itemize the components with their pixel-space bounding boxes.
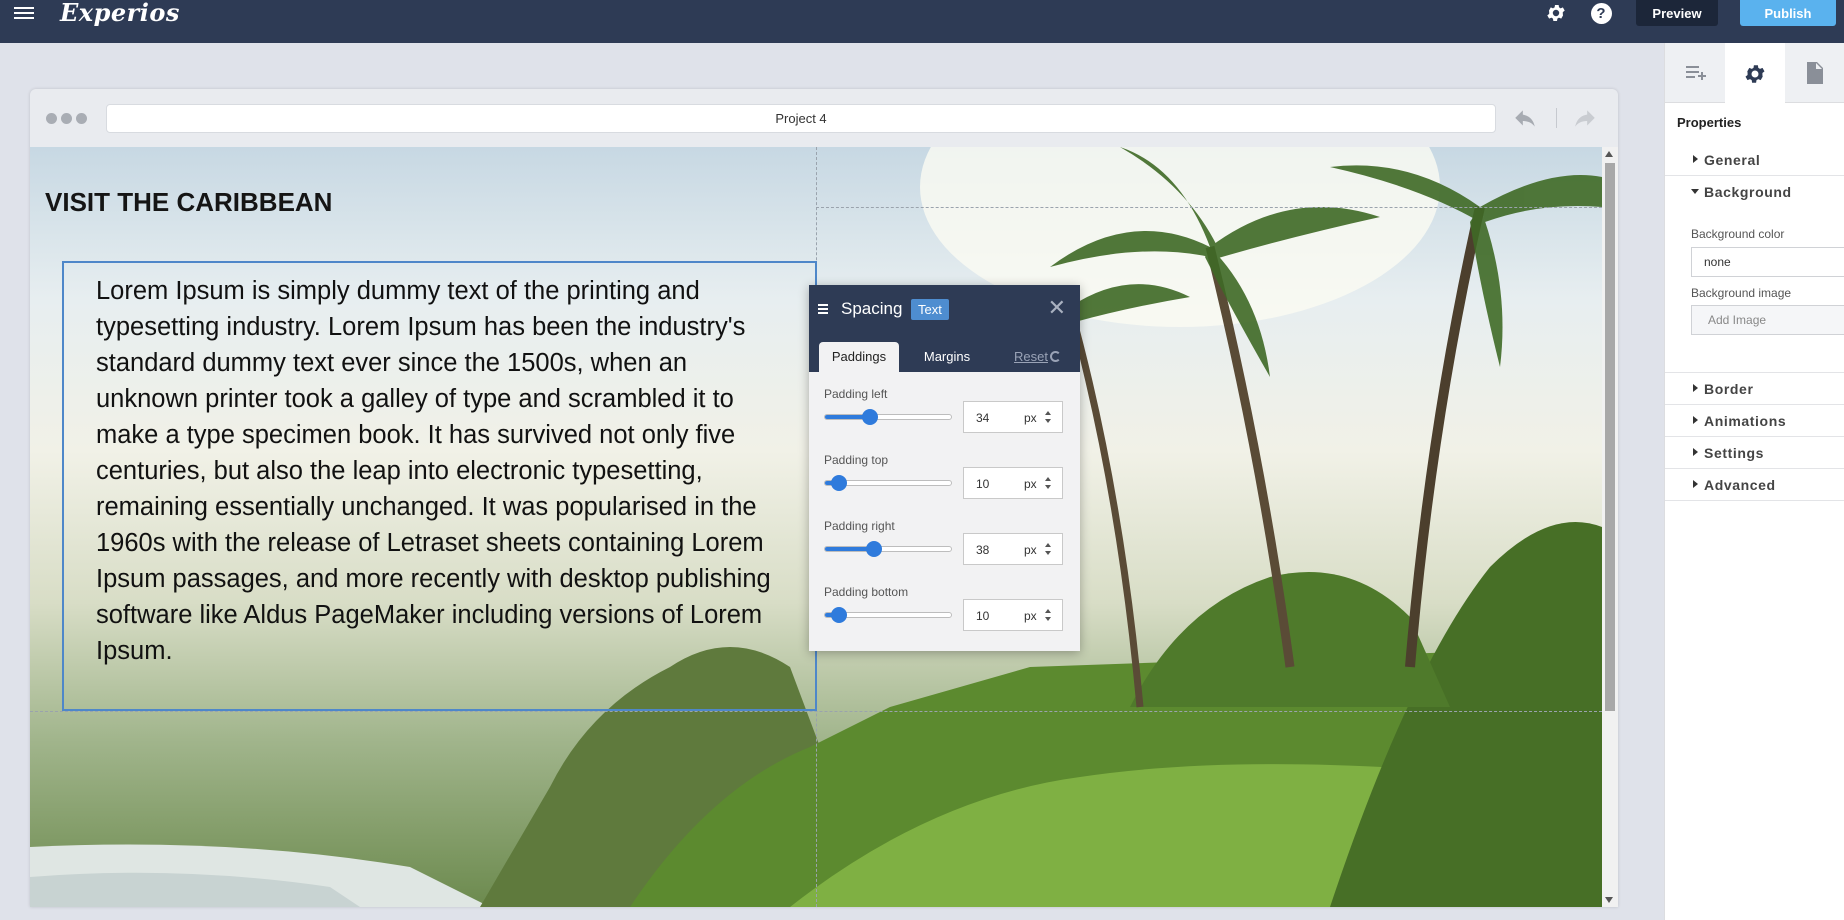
spacing-popup: Spacing Text ✕ Paddings Margins Reset Pa… <box>809 285 1080 651</box>
padding-right-input[interactable]: 38 px <box>963 533 1063 565</box>
undo-icon[interactable] <box>1512 106 1538 132</box>
hamburger-menu-icon[interactable] <box>14 4 34 22</box>
padding-right-slider[interactable] <box>824 541 952 557</box>
page-heading[interactable]: VISIT THE CARIBBEAN <box>45 187 332 218</box>
field-label: Padding bottom <box>824 585 909 599</box>
publish-button[interactable]: Publish <box>1740 0 1836 26</box>
unit-label: px <box>1024 609 1037 623</box>
section-advanced[interactable]: Advanced <box>1665 469 1844 501</box>
input-value: 38 <box>976 543 990 557</box>
padding-bottom-field: Padding bottom 10 px <box>824 585 1067 645</box>
add-image-input[interactable]: Add Image <box>1691 305 1844 335</box>
add-element-icon[interactable] <box>1665 43 1725 103</box>
scroll-down-arrow-icon[interactable] <box>1605 897 1613 903</box>
redo-icon[interactable] <box>1572 106 1598 132</box>
caret-right-icon <box>1693 384 1698 392</box>
caret-right-icon <box>1693 480 1698 488</box>
nav-separator <box>1556 108 1557 128</box>
section-background[interactable]: Background <box>1665 176 1844 208</box>
preview-button[interactable]: Preview <box>1636 0 1718 26</box>
help-icon[interactable]: ? <box>1588 0 1614 26</box>
slider-thumb[interactable] <box>862 409 879 425</box>
properties-sidebar: Properties General Background Background… <box>1664 43 1844 920</box>
background-color-input[interactable]: none <box>1691 247 1844 277</box>
unit-label: px <box>1024 411 1037 425</box>
stepper-arrows-icon[interactable] <box>1045 411 1053 425</box>
project-title-bar[interactable]: Project 4 <box>106 104 1496 133</box>
section-border[interactable]: Border <box>1665 373 1844 405</box>
field-label: Padding right <box>824 519 895 533</box>
scrollbar-thumb[interactable] <box>1605 163 1615 711</box>
window-dots <box>46 113 87 124</box>
popup-header: Spacing Text ✕ Paddings Margins Reset <box>809 285 1080 372</box>
section-label: Advanced <box>1704 477 1776 493</box>
input-value: 10 <box>976 609 990 623</box>
gear-icon[interactable] <box>1725 43 1785 104</box>
input-value: 10 <box>976 477 990 491</box>
section-label: General <box>1704 152 1761 168</box>
section-label: Settings <box>1704 445 1765 461</box>
top-bar: Experios ? Preview Publish <box>0 0 1844 43</box>
padding-right-field: Padding right 38 px <box>824 519 1067 579</box>
refresh-icon[interactable] <box>1050 351 1061 362</box>
field-label: Padding left <box>824 387 888 401</box>
canvas-scrollbar[interactable] <box>1602 147 1618 907</box>
page-icon[interactable] <box>1785 43 1844 103</box>
stepper-arrows-icon[interactable] <box>1045 477 1053 491</box>
layout-guide <box>816 207 1602 208</box>
popup-title: Spacing <box>841 299 903 318</box>
tab-paddings[interactable]: Paddings <box>819 342 899 372</box>
settings-gear-icon[interactable] <box>1543 0 1569 26</box>
section-settings[interactable]: Settings <box>1665 437 1844 469</box>
section-label: Border <box>1704 381 1754 397</box>
padding-left-input[interactable]: 34 px <box>963 401 1063 433</box>
section-label: Animations <box>1704 413 1787 429</box>
app-logo: Experios <box>60 0 180 27</box>
unit-label: px <box>1024 543 1037 557</box>
reset-link[interactable]: Reset <box>1014 342 1048 372</box>
section-general[interactable]: General <box>1665 144 1844 176</box>
padding-bottom-slider[interactable] <box>824 607 952 623</box>
input-value: 34 <box>976 411 990 425</box>
tab-margins[interactable]: Margins <box>912 342 982 372</box>
padding-top-input[interactable]: 10 px <box>963 467 1063 499</box>
caret-down-icon <box>1691 189 1699 194</box>
stepper-arrows-icon[interactable] <box>1045 609 1053 623</box>
caret-right-icon <box>1693 448 1698 456</box>
caret-right-icon <box>1693 155 1698 163</box>
padding-left-field: Padding left 34 px <box>824 387 1067 447</box>
close-icon[interactable]: ✕ <box>1048 295 1066 321</box>
padding-top-field: Padding top 10 px <box>824 453 1067 513</box>
padding-left-slider[interactable] <box>824 409 952 425</box>
drag-handle-icon[interactable] <box>818 304 828 316</box>
stepper-arrows-icon[interactable] <box>1045 543 1053 557</box>
field-label: Padding top <box>824 453 889 467</box>
scroll-up-arrow-icon[interactable] <box>1605 151 1613 157</box>
background-image-label: Background image <box>1691 286 1792 300</box>
element-type-badge: Text <box>911 299 949 320</box>
section-animations[interactable]: Animations <box>1665 405 1844 437</box>
padding-bottom-input[interactable]: 10 px <box>963 599 1063 631</box>
sidebar-title: Properties <box>1677 115 1742 130</box>
slider-thumb[interactable] <box>866 541 883 557</box>
unit-label: px <box>1024 477 1037 491</box>
caret-right-icon <box>1693 416 1698 424</box>
slider-thumb[interactable] <box>830 607 847 623</box>
selected-text-block[interactable]: Lorem Ipsum is simply dummy text of the … <box>62 261 817 711</box>
section-label: Background <box>1704 184 1792 200</box>
background-color-label: Background color <box>1691 227 1785 241</box>
sidebar-tabs <box>1665 43 1844 104</box>
slider-thumb[interactable] <box>830 475 847 491</box>
padding-top-slider[interactable] <box>824 475 952 491</box>
body-text[interactable]: Lorem Ipsum is simply dummy text of the … <box>96 273 777 669</box>
